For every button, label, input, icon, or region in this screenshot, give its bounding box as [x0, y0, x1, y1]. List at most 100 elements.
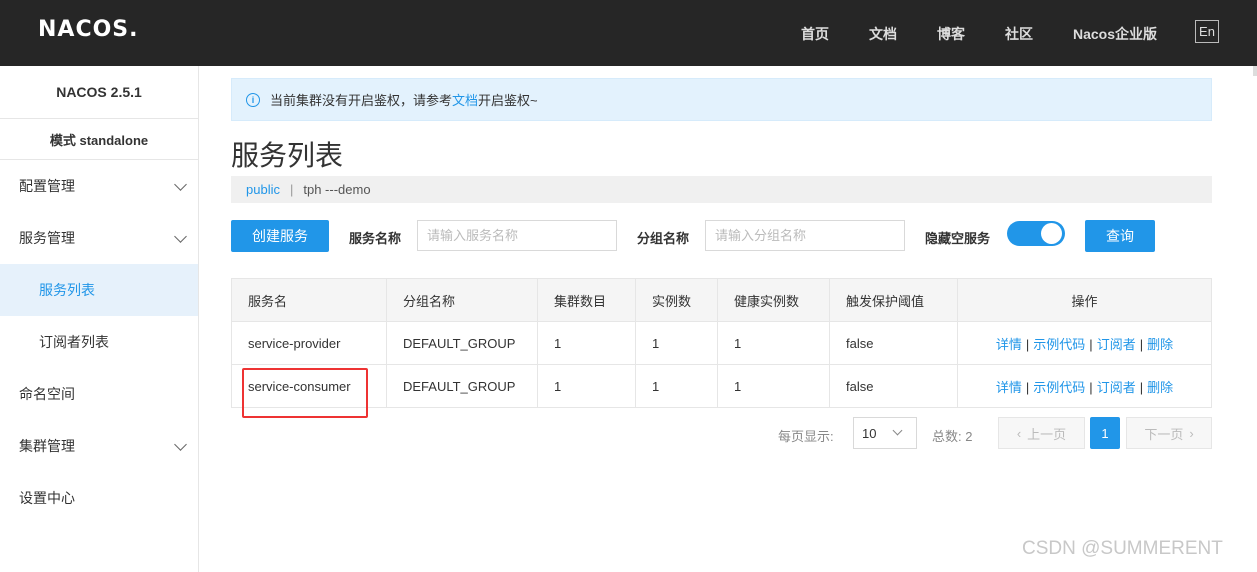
action-separator: | — [1139, 336, 1144, 352]
language-switch[interactable]: En — [1195, 20, 1219, 43]
delete-link[interactable]: 删除 — [1147, 380, 1173, 395]
hide-empty-toggle[interactable] — [1007, 221, 1065, 246]
nav-enterprise[interactable]: Nacos企业版 — [1073, 24, 1157, 44]
cell-actions: 详情 | 示例代码 | 订阅者 | 删除 — [957, 321, 1212, 365]
services-table: 服务名 分组名称 集群数目 实例数 健康实例数 触发保护阈值 操作 servic… — [231, 278, 1212, 408]
sidebar-item-label: 配置管理 — [19, 178, 75, 194]
cell-threshold: false — [829, 364, 958, 408]
cell-service-name: service-provider — [231, 321, 387, 365]
version-label: NACOS 2.5.1 — [0, 66, 198, 119]
col-service-name: 服务名 — [231, 278, 387, 322]
chevron-left-icon: ‹ — [1016, 425, 1022, 441]
sidebar-item-config[interactable]: 配置管理 — [0, 160, 198, 212]
col-cluster-count: 集群数目 — [537, 278, 636, 322]
cell-group-name: DEFAULT_GROUP — [386, 364, 538, 408]
service-name-label: 服务名称 — [349, 231, 402, 246]
scrollbar[interactable] — [1253, 66, 1257, 76]
table-row: service-consumer DEFAULT_GROUP 1 1 1 fal… — [231, 364, 1212, 408]
query-button[interactable]: 查询 — [1085, 220, 1155, 252]
nacos-logo[interactable]: NACOS. — [38, 17, 139, 42]
mode-label: 模式 standalone — [0, 119, 198, 160]
sidebar-item-settings[interactable]: 设置中心 — [0, 472, 198, 524]
chevron-right-icon: › — [1189, 425, 1194, 441]
nav-docs[interactable]: 文档 — [869, 24, 897, 44]
table-header-row: 服务名 分组名称 集群数目 实例数 健康实例数 触发保护阈值 操作 — [231, 278, 1212, 322]
cell-healthy-count: 1 — [717, 321, 830, 365]
col-instance-count: 实例数 — [635, 278, 718, 322]
delete-link[interactable]: 删除 — [1147, 337, 1173, 352]
auth-alert: i 当前集群没有开启鉴权，请参考 文档 开启鉴权~ — [231, 78, 1212, 121]
sidebar-item-namespace[interactable]: 命名空间 — [0, 368, 198, 420]
sidebar: NACOS 2.5.1 模式 standalone 配置管理 服务管理 服务列表… — [0, 66, 199, 572]
alert-text-end: 开启鉴权~ — [478, 93, 538, 108]
nav-community[interactable]: 社区 — [1005, 24, 1033, 44]
alert-text: 当前集群没有开启鉴权，请参考 — [270, 93, 453, 108]
col-healthy-count: 健康实例数 — [717, 278, 830, 322]
page-title: 服务列表 — [231, 140, 344, 171]
col-group-name: 分组名称 — [386, 278, 538, 322]
group-name-label: 分组名称 — [637, 231, 690, 246]
action-separator: | — [1139, 379, 1144, 395]
chevron-down-icon — [174, 178, 187, 191]
per-page-label: 每页显示: — [778, 429, 834, 444]
cell-healthy-count: 1 — [717, 364, 830, 408]
per-page-select[interactable]: 10 — [853, 417, 917, 449]
info-icon: i — [246, 92, 260, 107]
create-service-button[interactable]: 创建服务 — [231, 220, 329, 252]
detail-link[interactable]: 详情 — [996, 337, 1022, 352]
subscriber-link[interactable]: 订阅者 — [1097, 337, 1136, 352]
cell-cluster-count: 1 — [537, 321, 636, 365]
sample-code-link[interactable]: 示例代码 — [1033, 380, 1085, 395]
next-page-label: 下一页 — [1144, 426, 1184, 442]
cell-instance-count: 1 — [635, 321, 718, 365]
sidebar-item-label: 集群管理 — [19, 438, 75, 454]
cell-threshold: false — [829, 321, 958, 365]
namespace-current[interactable]: tph ---demo — [303, 182, 370, 197]
sidebar-item-label: 订阅者列表 — [39, 334, 109, 350]
sidebar-item-label: 服务列表 — [39, 282, 95, 298]
prev-page-label: 上一页 — [1027, 426, 1067, 442]
sidebar-item-subscribers[interactable]: 订阅者列表 — [0, 316, 198, 368]
group-name-input[interactable] — [705, 220, 905, 251]
sidebar-item-label: 设置中心 — [19, 490, 75, 506]
breadcrumb: public | tph ---demo — [231, 176, 1212, 203]
namespace-public[interactable]: public — [246, 182, 280, 197]
sidebar-item-label: 服务管理 — [19, 230, 75, 246]
toggle-knob — [1041, 223, 1062, 244]
cell-group-name: DEFAULT_GROUP — [386, 321, 538, 365]
sidebar-item-label: 命名空间 — [19, 386, 75, 402]
chevron-down-icon — [892, 425, 903, 436]
detail-link[interactable]: 详情 — [996, 380, 1022, 395]
top-navbar: NACOS. 首页 文档 博客 社区 Nacos企业版 En — [0, 0, 1257, 66]
hide-empty-label: 隐藏空服务 — [925, 231, 991, 246]
sample-code-link[interactable]: 示例代码 — [1033, 337, 1085, 352]
chevron-down-icon — [174, 230, 187, 243]
chevron-down-icon — [174, 438, 187, 451]
action-separator: | — [1089, 379, 1093, 395]
nav-home[interactable]: 首页 — [801, 24, 829, 44]
total-count: 总数: 2 — [932, 429, 973, 444]
cell-cluster-count: 1 — [537, 364, 636, 408]
sidebar-item-service-list[interactable]: 服务列表 — [0, 264, 198, 316]
col-actions: 操作 — [957, 278, 1212, 322]
watermark: CSDN @SUMMERENT — [1022, 538, 1223, 559]
nav-blog[interactable]: 博客 — [937, 24, 965, 44]
action-separator: | — [1089, 336, 1093, 352]
table-row: service-provider DEFAULT_GROUP 1 1 1 fal… — [231, 321, 1212, 365]
prev-page-button[interactable]: ‹ 上一页 — [998, 417, 1085, 449]
docs-link[interactable]: 文档 — [452, 90, 478, 109]
per-page-value: 10 — [862, 425, 877, 441]
sidebar-item-services[interactable]: 服务管理 — [0, 212, 198, 264]
subscriber-link[interactable]: 订阅者 — [1097, 380, 1136, 395]
action-separator: | — [1025, 379, 1030, 395]
sidebar-item-cluster[interactable]: 集群管理 — [0, 420, 198, 472]
service-name-input[interactable] — [417, 220, 617, 251]
action-separator: | — [1025, 336, 1030, 352]
next-page-button[interactable]: 下一页 › — [1126, 417, 1212, 449]
cell-instance-count: 1 — [635, 364, 718, 408]
breadcrumb-separator: | — [289, 182, 294, 197]
col-threshold: 触发保护阈值 — [829, 278, 958, 322]
page-1-button[interactable]: 1 — [1090, 417, 1120, 449]
highlight-annotation — [242, 368, 368, 418]
cell-actions: 详情 | 示例代码 | 订阅者 | 删除 — [957, 364, 1212, 408]
